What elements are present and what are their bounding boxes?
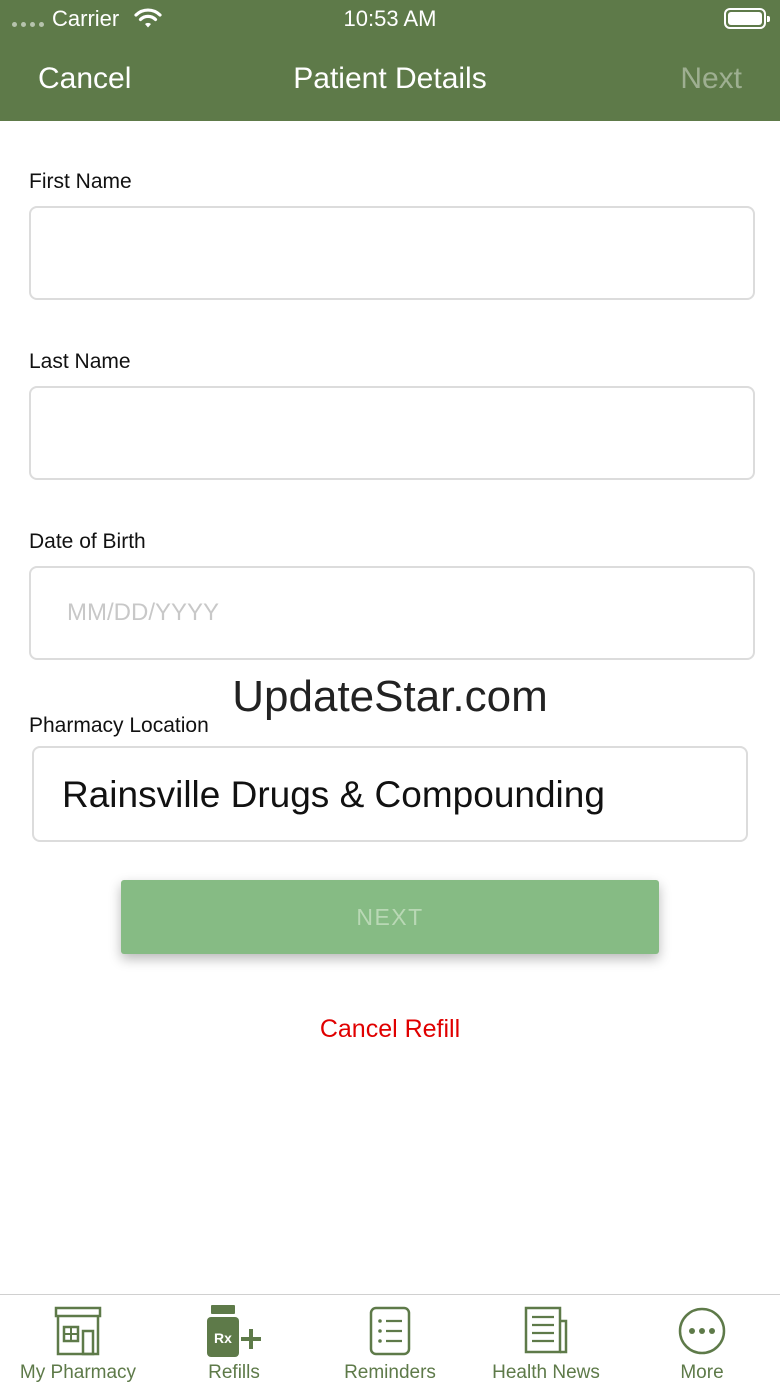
status-bar: Carrier 10:53 AM <box>0 0 780 40</box>
pharmacy-location-label: Pharmacy Location <box>29 714 209 737</box>
rx-refill-icon: Rx <box>203 1305 265 1364</box>
pharmacy-location-value: Rainsville Drugs & Compounding <box>62 774 605 815</box>
tab-label-reminders: Reminders <box>344 1362 436 1383</box>
header: Carrier 10:53 AM Cancel Patient Details … <box>0 0 780 121</box>
tab-more[interactable]: More <box>624 1295 780 1387</box>
last-name-input[interactable] <box>31 388 753 478</box>
tab-my-pharmacy[interactable]: My Pharmacy <box>0 1295 156 1387</box>
tab-bar: My Pharmacy Rx Refills Reminders Health … <box>0 1294 780 1387</box>
checklist-icon <box>368 1305 412 1362</box>
first-name-input[interactable] <box>31 208 753 298</box>
pharmacy-location-field[interactable]: Rainsville Drugs & Compounding <box>32 746 748 842</box>
more-dots-icon <box>676 1305 728 1362</box>
svg-text:Rx: Rx <box>214 1330 232 1346</box>
last-name-label: Last Name <box>29 350 131 373</box>
tab-refills[interactable]: Rx Refills <box>156 1295 312 1387</box>
pharmacy-store-icon <box>52 1305 104 1362</box>
tab-label-my-pharmacy: My Pharmacy <box>19 1362 137 1383</box>
last-name-field-box <box>29 386 755 480</box>
tab-label-refills: Refills <box>208 1362 260 1383</box>
dob-label: Date of Birth <box>29 530 146 553</box>
tab-label-health-news: Health News <box>492 1362 600 1383</box>
cancel-refill-link[interactable]: Cancel Refill <box>0 1015 780 1044</box>
dob-field-box <box>29 566 755 660</box>
battery-icon <box>724 8 770 29</box>
dob-input[interactable] <box>31 568 753 658</box>
newspaper-icon <box>522 1305 570 1362</box>
next-button[interactable]: NEXT <box>121 880 659 954</box>
first-name-label: First Name <box>29 170 132 193</box>
tab-label-more: More <box>680 1362 724 1383</box>
first-name-field-box <box>29 206 755 300</box>
tab-reminders[interactable]: Reminders <box>312 1295 468 1387</box>
page-title: Patient Details <box>293 62 487 95</box>
tab-health-news[interactable]: Health News <box>468 1295 624 1387</box>
next-nav-button[interactable]: Next <box>680 62 742 96</box>
status-time: 10:53 AM <box>343 6 437 31</box>
